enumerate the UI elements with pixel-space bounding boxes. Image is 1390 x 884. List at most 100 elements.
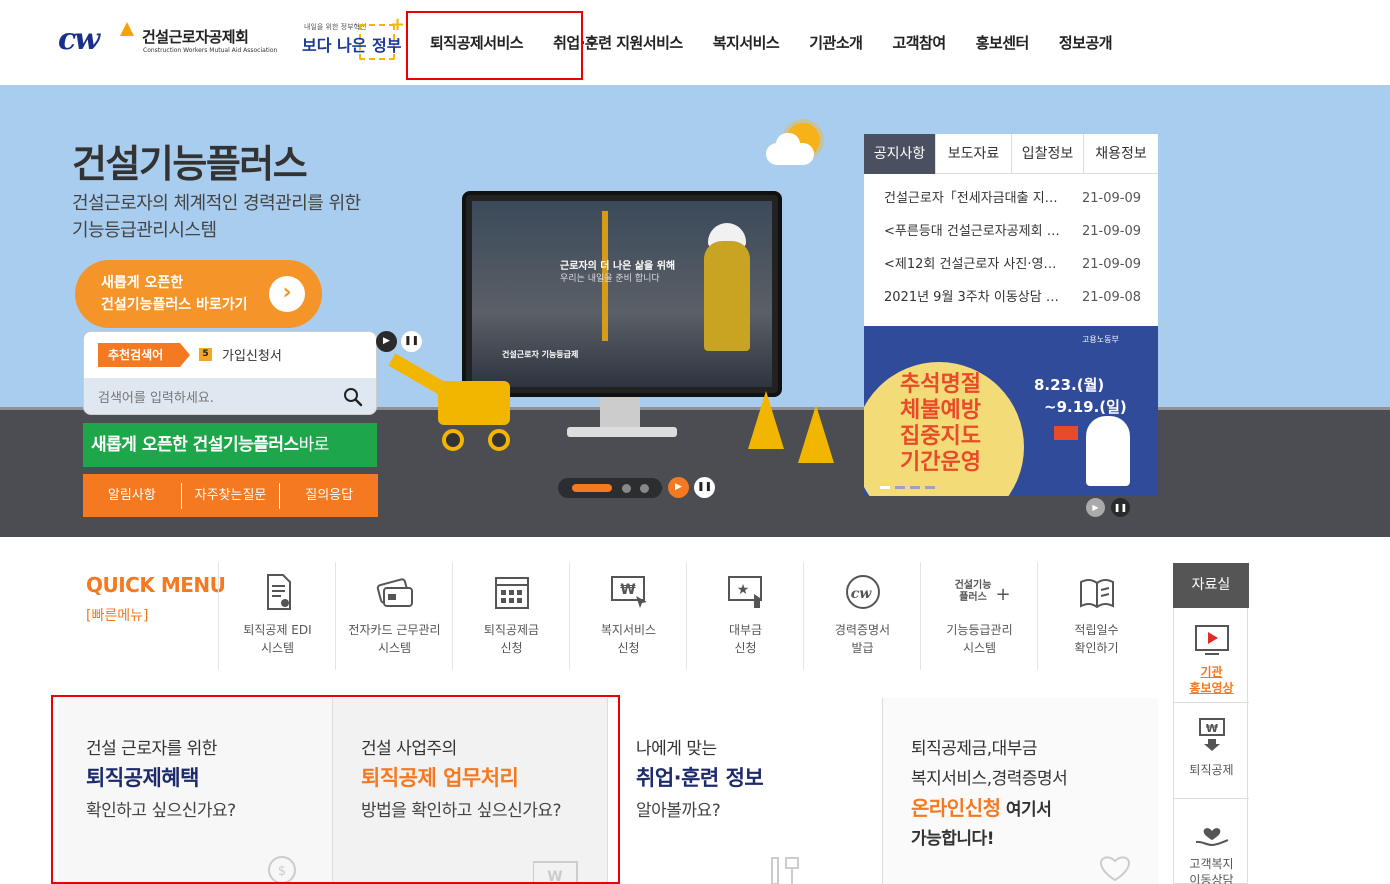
card-online-application[interactable]: 퇴직공제금,대부금 복지서비스,경력증명서 온라인신청 여기서 가능합니다! [883,698,1158,884]
quick-label-2: 시스템 [260,641,295,655]
quick-label-2: 신청 [500,641,523,655]
search-input[interactable] [98,387,338,409]
heart-icon [1099,856,1131,882]
nav-highlight-box [406,11,583,80]
quick-menu-title: QUICK MENU [86,573,226,597]
chuseok-start-date: 8.23.(월) [1034,376,1105,394]
quick-label-1: 복지서비스 [600,623,657,637]
tab-press[interactable]: 보도자료 [936,134,1012,174]
slider-dot[interactable] [622,484,631,493]
pager-dot[interactable] [880,486,890,489]
skill-plus-banner-bold: 새롭게 오픈한 건설기능플러스 [91,435,299,455]
link-faq[interactable]: 자주찾는질문 [182,482,281,509]
notice-date: 21-09-09 [1082,224,1142,239]
gov-logo-caption: 내일을 위한 정부혁신 [304,23,367,31]
quick-edi-system[interactable]: 퇴직공제 EDI 시스템 [218,562,335,670]
quick-label-2: 확인하기 [1074,641,1119,655]
skill-plus-logo-icon: 건설기능플러스 + [955,578,1011,605]
hero-slider-pause-button[interactable]: ❚❚ [694,477,715,498]
notice-title: 2021년 9월 3주차 이동상담 일정 [884,290,1060,305]
notice-row[interactable]: <푸른등대 건설근로자공제회 기부금> 21-09-09 [864,219,1158,252]
nav-customer[interactable]: 고객참여 [892,32,946,53]
nav-about[interactable]: 기관소개 [809,32,863,53]
search-icon[interactable] [342,386,364,408]
document-icon [267,574,291,610]
side-retirement[interactable]: ₩ 퇴직공제 [1174,717,1249,799]
notice-date: 21-09-09 [1082,191,1142,206]
screen-subheadline: 우리는 내일을 준비 합니다 [560,274,660,284]
quick-electronic-card[interactable]: 전자카드 근무관리 시스템 [335,562,452,670]
tools-icon [771,857,799,884]
quick-label-2: 신청 [617,641,640,655]
popup-play-button[interactable]: ▶ [1086,498,1105,517]
link-qna[interactable]: 질의응답 [280,483,378,509]
quick-label-1: 퇴직공제 EDI [243,623,312,637]
hero-slider-play-button[interactable]: ▶ [668,477,689,498]
tab-notices[interactable]: 공지사항 [864,134,936,174]
quick-accumulated-days[interactable]: 적립일수 확인하기 [1037,562,1154,670]
site-header: cw 건설근로자공제회 Construction Workers Mutual … [0,0,1390,85]
hero-banner: 건설기능플러스 건설근로자의 체계적인 경력관리를 위한 기능등급관리시스템 새… [0,85,1390,537]
quick-label-1: 전자카드 근무관리 [348,623,441,637]
notice-board: 공지사항 보도자료 입찰정보 채용정보 건설근로자「전세자금대출 지원사업」안내… [864,134,1158,326]
tab-jobs[interactable]: 채용정보 [1084,134,1158,174]
quick-label-2: 발급 [851,641,874,655]
recommended-keyword[interactable]: 가입신청서 [222,345,282,364]
excavator-wheel [442,429,464,451]
skill-plus-logo-text-1: 건설기능 [955,578,992,591]
notice-date: 21-09-08 [1082,290,1142,305]
site-logo[interactable]: cw 건설근로자공제회 Construction Workers Mutual … [58,20,277,60]
excavator-illustration [438,381,510,425]
pager-dot[interactable] [925,486,935,489]
quick-career-certificate[interactable]: cw 경력증명서 발급 [803,562,920,670]
chuseok-pager [880,486,940,489]
recommended-keyword-tag: 추천검색어 [98,343,190,367]
nav-pr-center[interactable]: 홍보센터 [976,32,1030,53]
chuseok-line-2: 체불예방 [900,398,981,423]
traffic-cone-icon [798,405,834,463]
skill-plus-banner-tail: 바로 [298,435,330,455]
hero-slider-pagination [558,478,662,498]
government-innovation-logo[interactable]: 내일을 위한 정부혁신 보다 나은 정부 + [302,14,405,64]
skill-plus-banner[interactable]: 새롭게 오픈한 건설기능플러스바로 [83,423,377,467]
notice-tabs: 공지사항 보도자료 입찰정보 채용정보 [864,134,1158,174]
hero-cta-line1: 새롭게 오픈한 [101,275,184,291]
notice-row[interactable]: 2021년 9월 3주차 이동상담 일정 21-09-08 [864,285,1158,318]
logo-subtitle: Construction Workers Mutual Aid Associat… [143,47,278,54]
slider-dot-active[interactable] [572,484,612,492]
side-bar-title: 자료실 [1173,563,1249,608]
pager-dot[interactable] [910,486,920,489]
popup-pause-button[interactable]: ❚❚ [1111,498,1130,517]
link-notices[interactable]: 알림사항 [83,482,182,509]
card-line-1: 퇴직공제금,대부금 [911,739,1038,759]
quick-label-2: 신청 [734,641,757,655]
chuseok-popup-banner[interactable]: 고용노동부 추석명절 체불예방 집중지도 기간운영 8.23.(월) ~9.19… [864,326,1158,496]
keyword-rolling-play-button[interactable]: ▶ [376,331,397,352]
monitor-illustration: 근로자의 더 나은 삶을 위해 우리는 내일을 준비 합니다 건설근로자 기능등… [462,191,782,397]
notice-list: 건설근로자「전세자금대출 지원사업」안내 21-09-09 <푸른등대 건설근로… [864,186,1158,318]
slider-dot[interactable] [640,484,649,493]
pager-dot[interactable] [895,486,905,489]
notice-row[interactable]: <제12회 건설근로자 사진·영상 공모전> 21-09-09 [864,252,1158,285]
traffic-cone-icon [748,391,784,449]
card-intro: 나에게 맞는 [636,739,717,759]
side-quick-bar: 자료실 기관 홍보영상 ₩ 퇴직공제 고객복지 이동상담 [1173,563,1249,884]
excavator-wheel [488,429,510,451]
card-line-2: 복지서비스,경력증명서 [911,769,1068,789]
quick-loan-apply[interactable]: ★ 대부금 신청 [686,562,803,670]
nav-public-info[interactable]: 정보공개 [1059,32,1113,53]
card-employment-info[interactable]: 나에게 맞는 취업·훈련 정보 알아볼까요? [608,698,883,884]
side-pr-video[interactable]: 기관 홍보영상 [1174,623,1249,703]
side-mobile-counsel[interactable]: 고객복지 이동상담 [1174,817,1249,884]
keyword-rolling-pause-button[interactable]: ❚❚ [401,331,422,352]
chuseok-line-3: 집중지도 [900,424,981,449]
notice-row[interactable]: 건설근로자「전세자금대출 지원사업」안내 21-09-09 [864,186,1158,219]
megaphone-icon [1054,426,1078,440]
quick-skill-grade-system[interactable]: 건설기능 플러스 + 기능등급관리 시스템 [920,562,1037,670]
quick-welfare-apply[interactable]: ₩ 복지서비스 신청 [569,562,686,670]
quick-retirement-claim[interactable]: 퇴직공제금 신청 [452,562,569,670]
hero-cta-button[interactable]: 새롭게 오픈한 건설기능플러스 바로가기 › [75,260,322,328]
tab-bids[interactable]: 입찰정보 [1012,134,1084,174]
nav-welfare-service[interactable]: 복지서비스 [713,32,780,53]
quick-label-1: 기능등급관리 [946,623,1013,637]
